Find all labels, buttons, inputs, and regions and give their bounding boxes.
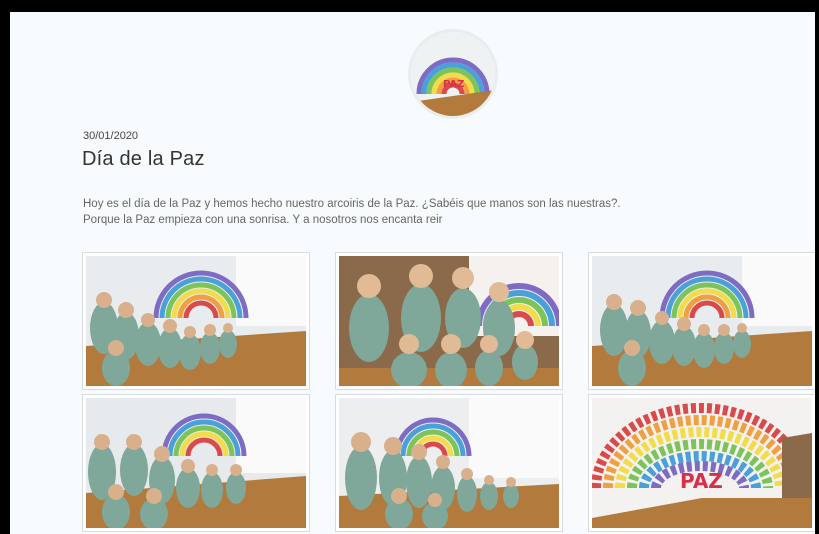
rainbow-paz-text: PAZ: [680, 469, 723, 493]
children-photo: [86, 256, 306, 386]
children-photo: [86, 398, 306, 528]
gallery-photo-4[interactable]: [82, 394, 310, 532]
gallery-photo-1[interactable]: [82, 252, 310, 390]
post-paragraph: Hoy es el día de la Paz y hemos hecho nu…: [83, 198, 621, 210]
gallery-photo-5[interactable]: [335, 394, 563, 532]
children-photo: [339, 398, 559, 528]
post-description: Hoy es el día de la Paz y hemos hecho nu…: [83, 196, 703, 228]
gallery-photo-2[interactable]: [335, 252, 563, 390]
rainbow-cover-image: PAZ: [411, 32, 495, 116]
post-date: 30/01/2020: [83, 130, 139, 142]
children-photo: [339, 256, 559, 386]
photo-gallery: PAZ: [82, 252, 815, 534]
post-title: Día de la Paz: [82, 148, 205, 170]
children-photo: [592, 256, 812, 386]
cover-paz-text: PAZ: [443, 79, 464, 90]
rainbow-photo: PAZ: [592, 398, 812, 528]
post-cover-avatar[interactable]: PAZ: [408, 29, 498, 119]
post-paragraph: Porque la Paz empieza con una sonrisa. Y…: [83, 214, 443, 226]
blog-post-page: PAZ 30/01/2020 Día de la Paz Hoy es el d…: [10, 12, 815, 534]
gallery-photo-3[interactable]: [588, 252, 815, 390]
gallery-photo-6[interactable]: PAZ: [588, 394, 815, 532]
